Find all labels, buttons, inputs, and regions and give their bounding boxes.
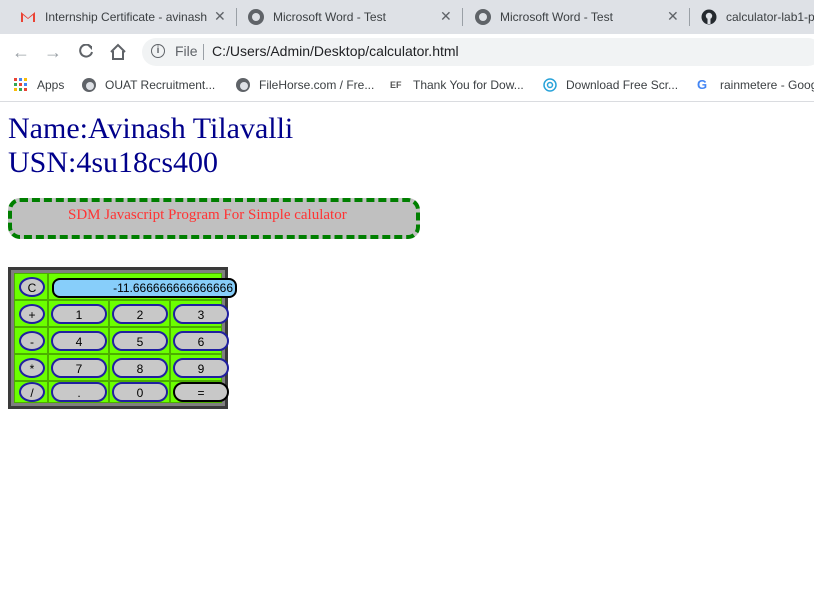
globe-icon xyxy=(248,9,264,25)
bookmark-thank-you[interactable]: EF Thank You for Dow... xyxy=(390,76,524,94)
bookmark-label: FileHorse.com / Fre... xyxy=(259,78,375,92)
browser-toolbar: ← → i File C:/Users/Admin/Desktop/calcul… xyxy=(0,34,814,70)
tab-title: Internship Certificate - avinash xyxy=(45,10,208,24)
tab-title: Microsoft Word - Test xyxy=(273,10,386,24)
digit-8-button[interactable]: 8 xyxy=(112,358,168,378)
calculator-body: C -11.666666666666666 + 1 2 3 - 4 5 6 * … xyxy=(14,273,237,403)
clear-button[interactable]: C xyxy=(19,277,45,297)
digit-9-button[interactable]: 9 xyxy=(173,358,229,378)
equals-button[interactable]: = xyxy=(173,382,229,402)
digit-3-button[interactable]: 3 xyxy=(173,304,229,324)
close-tab-icon[interactable]: ✕ xyxy=(667,8,679,25)
digit-2-button[interactable]: 2 xyxy=(112,304,168,324)
bookmark-label: Download Free Scr... xyxy=(566,78,679,92)
bookmark-label: Apps xyxy=(37,78,65,92)
bookmark-rainmetere[interactable]: G rainmetere - Goog xyxy=(697,76,814,94)
tab-strip: Internship Certificate - avinash ✕ Micro… xyxy=(0,0,814,34)
bookmark-apps[interactable]: Apps xyxy=(14,76,64,94)
tab-title: Microsoft Word - Test xyxy=(500,10,613,24)
page-content: Name:Avinash Tilavalli USN:4su18cs400 SD… xyxy=(0,102,814,610)
decimal-point-button[interactable]: . xyxy=(51,382,107,402)
globe-icon xyxy=(475,9,491,25)
swirl-icon xyxy=(543,78,557,92)
bookmark-download-free[interactable]: Download Free Scr... xyxy=(543,76,678,94)
globe-icon xyxy=(236,78,250,92)
tab-microsoft-word-1[interactable]: Microsoft Word - Test ✕ xyxy=(248,0,456,34)
file-label: File xyxy=(175,43,198,59)
bookmark-label: OUAT Recruitment... xyxy=(105,78,216,92)
tab-separator xyxy=(689,8,690,26)
digit-5-button[interactable]: 5 xyxy=(112,331,168,351)
tab-title: calculator-lab1-p xyxy=(726,10,814,24)
back-arrow-icon[interactable]: ← xyxy=(9,40,33,64)
name-heading: Name:Avinash Tilavalli xyxy=(8,112,294,145)
close-tab-icon[interactable]: ✕ xyxy=(440,8,452,25)
tab-calculator-lab1[interactable]: calculator-lab1-p xyxy=(701,0,814,34)
bookmarks-bar: Apps OUAT Recruitment... FileHorse.com /… xyxy=(0,70,814,102)
calculator: C -11.666666666666666 + 1 2 3 - 4 5 6 * … xyxy=(8,267,237,409)
digit-6-button[interactable]: 6 xyxy=(173,331,229,351)
banner-text: SDM Javascript Program For Simple calula… xyxy=(68,207,347,223)
globe-icon xyxy=(82,78,96,92)
tab-separator xyxy=(462,8,463,26)
digit-7-button[interactable]: 7 xyxy=(51,358,107,378)
divide-button[interactable]: / xyxy=(19,382,45,402)
bookmark-label: Thank You for Dow... xyxy=(413,78,524,92)
digit-4-button[interactable]: 4 xyxy=(51,331,107,351)
multiply-button[interactable]: * xyxy=(19,358,45,378)
subtract-button[interactable]: - xyxy=(19,331,45,351)
digit-1-button[interactable]: 1 xyxy=(51,304,107,324)
omnibox-separator xyxy=(203,44,204,60)
bookmark-ouat[interactable]: OUAT Recruitment... xyxy=(82,76,215,94)
bookmark-filehorse[interactable]: FileHorse.com / Fre... xyxy=(236,76,374,94)
url-text[interactable]: C:/Users/Admin/Desktop/calculator.html xyxy=(212,43,459,59)
bookmark-label: rainmetere - Goog xyxy=(720,78,814,92)
gmail-icon xyxy=(21,12,35,22)
add-button[interactable]: + xyxy=(19,304,45,324)
forward-arrow-icon[interactable]: → xyxy=(41,40,65,64)
usn-heading: USN:4su18cs400 xyxy=(8,146,219,179)
home-icon[interactable] xyxy=(106,40,130,64)
ef-icon: EF xyxy=(390,80,402,90)
tab-microsoft-word-2[interactable]: Microsoft Word - Test ✕ xyxy=(475,0,683,34)
close-tab-icon[interactable]: ✕ xyxy=(214,8,226,25)
github-icon xyxy=(701,9,717,25)
tab-separator xyxy=(236,8,237,26)
info-icon[interactable]: i xyxy=(151,44,165,58)
address-bar[interactable]: i File C:/Users/Admin/Desktop/calculator… xyxy=(142,38,814,66)
tab-internship-certificate[interactable]: Internship Certificate - avinash ✕ xyxy=(20,0,232,34)
program-banner: SDM Javascript Program For Simple calula… xyxy=(8,198,420,239)
digit-0-button[interactable]: 0 xyxy=(112,382,168,402)
google-icon: G xyxy=(697,77,708,92)
apps-grid-icon xyxy=(14,78,27,91)
calculator-display[interactable]: -11.666666666666666 xyxy=(52,278,237,298)
reload-icon[interactable] xyxy=(74,40,98,64)
